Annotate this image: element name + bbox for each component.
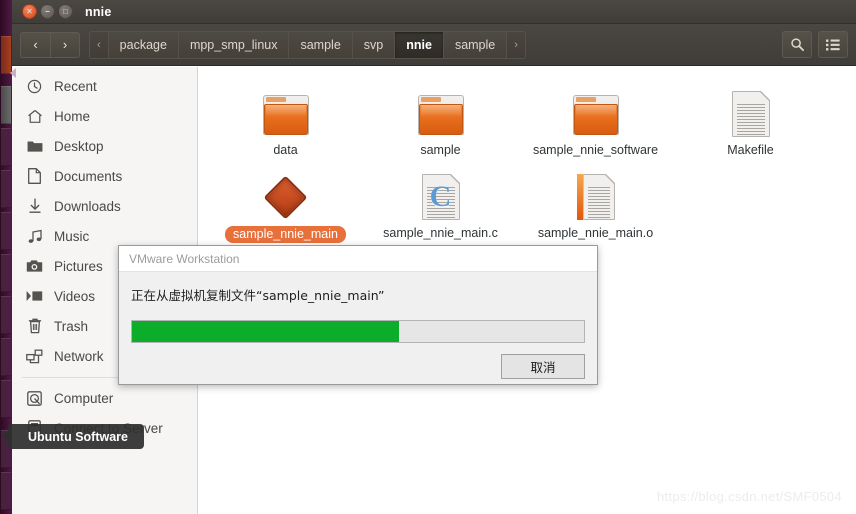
executable-icon xyxy=(263,164,309,220)
folder-icon xyxy=(262,81,309,137)
forward-button[interactable]: › xyxy=(50,31,80,58)
search-icon[interactable] xyxy=(782,31,812,58)
launcher-tile-app-8[interactable] xyxy=(1,472,11,510)
breadcrumb-item-package[interactable]: package xyxy=(108,31,179,58)
window-title: nnie xyxy=(85,4,112,19)
document-icon xyxy=(731,81,771,137)
window-controls: ✕ − □ xyxy=(12,4,73,19)
download-icon xyxy=(26,198,43,215)
file-label: sample_nnie_main.o xyxy=(537,226,654,240)
breadcrumb-prev-button[interactable]: ‹ xyxy=(90,31,109,58)
maximize-glyph: □ xyxy=(63,6,68,16)
file-label: Makefile xyxy=(727,143,774,157)
sidebar-item-documents[interactable]: Documents xyxy=(12,161,197,191)
breadcrumb-item-sample[interactable]: sample xyxy=(289,31,353,58)
video-icon xyxy=(26,288,43,305)
file-label: sample_nnie_software xyxy=(532,143,659,157)
breadcrumb-item-nnie[interactable]: nnie xyxy=(395,31,444,58)
file-label: data xyxy=(273,143,298,157)
launcher-tile-app-3[interactable] xyxy=(1,212,11,250)
breadcrumb-next-button[interactable]: › xyxy=(507,31,525,58)
back-button[interactable]: ‹ xyxy=(20,31,50,58)
toolbar-actions xyxy=(782,31,848,58)
launcher-tile-app-6[interactable] xyxy=(1,338,11,376)
launcher-tile-app-5[interactable] xyxy=(1,296,11,334)
screen: ✕ − □ nnie ‹ › ‹ package mpp_smp_linux s… xyxy=(0,0,856,514)
document-icon xyxy=(26,168,43,185)
file-item[interactable]: Makefile xyxy=(673,75,828,158)
dialog-actions: 取消 xyxy=(119,343,597,379)
music-note-icon xyxy=(26,228,43,245)
launcher-tile-app-2[interactable] xyxy=(1,170,11,208)
vmware-progress-dialog: VMware Workstation 正在从虚拟机复制文件“sample_nni… xyxy=(118,245,598,385)
sidebar-item-label: Computer xyxy=(54,390,114,406)
folder-icon xyxy=(26,138,43,155)
sidebar-item-label: Documents xyxy=(54,168,123,184)
camera-icon xyxy=(26,258,43,275)
folder-icon xyxy=(417,81,464,137)
close-glyph: ✕ xyxy=(26,6,33,16)
computer-disk-icon xyxy=(26,390,43,407)
breadcrumb-item-sample-2[interactable]: sample xyxy=(443,31,508,58)
folder-icon xyxy=(572,81,619,137)
trash-icon xyxy=(26,318,43,335)
file-item[interactable]: sample xyxy=(363,75,518,158)
sidebar-item-label: Music xyxy=(54,228,90,244)
sidebar-item-label: Videos xyxy=(54,288,96,304)
launcher-tile-files[interactable] xyxy=(1,86,11,124)
dialog-message: 正在从虚拟机复制文件“sample_nnie_main” xyxy=(131,288,385,303)
sidebar-item-recent[interactable]: Recent xyxy=(12,71,197,101)
icon-grid: data sample sample_nnie_software Makefil… xyxy=(198,67,856,243)
launcher-tile-app-1[interactable] xyxy=(1,128,11,166)
object-file-icon xyxy=(576,164,616,220)
breadcrumb-item-mpp-smp-linux[interactable]: mpp_smp_linux xyxy=(178,31,290,58)
file-item[interactable]: sample_nnie_software xyxy=(518,75,673,158)
progress-bar-fill xyxy=(132,321,399,342)
launcher-tile-app-4[interactable] xyxy=(1,254,11,292)
network-icon xyxy=(26,348,43,365)
launcher-tooltip: Ubuntu Software xyxy=(1,424,144,449)
file-item[interactable]: C sample_nnie_main.c xyxy=(363,158,518,243)
file-item-selected[interactable]: sample_nnie_main xyxy=(208,158,363,243)
file-item[interactable]: sample_nnie_main.o xyxy=(518,158,673,243)
file-label: sample_nnie_main xyxy=(225,226,346,243)
c-source-file-icon: C xyxy=(421,164,461,220)
clock-icon xyxy=(26,78,43,95)
window-titlebar: ✕ − □ nnie xyxy=(12,0,856,24)
launcher-focus-arrow xyxy=(10,68,16,78)
navigation-buttons: ‹ › xyxy=(20,31,80,58)
close-icon[interactable]: ✕ xyxy=(22,4,37,19)
sidebar-item-label: Desktop xyxy=(54,138,104,154)
sidebar-item-label: Home xyxy=(54,108,91,124)
sidebar-item-desktop[interactable]: Desktop xyxy=(12,131,197,161)
sidebar-item-label: Network xyxy=(54,348,104,364)
watermark: https://blog.csdn.net/SMF0504 xyxy=(656,489,842,504)
sidebar-item-label: Pictures xyxy=(54,258,103,274)
minimize-icon[interactable]: − xyxy=(40,4,55,19)
cancel-button[interactable]: 取消 xyxy=(501,354,585,379)
toolbar: ‹ › ‹ package mpp_smp_linux sample svp n… xyxy=(12,24,856,66)
sidebar-item-downloads[interactable]: Downloads xyxy=(12,191,197,221)
sidebar-item-label: Recent xyxy=(54,78,97,94)
file-item[interactable]: data xyxy=(208,75,363,158)
sidebar-item-home[interactable]: Home xyxy=(12,101,197,131)
minimize-glyph: − xyxy=(45,6,50,16)
sidebar-item-label: Downloads xyxy=(54,198,121,214)
file-label: sample xyxy=(420,143,461,157)
launcher-tile-ubuntu-software[interactable] xyxy=(1,380,11,418)
list-view-icon[interactable] xyxy=(818,31,848,58)
dialog-title: VMware Workstation xyxy=(119,246,597,272)
breadcrumb: ‹ package mpp_smp_linux sample svp nnie … xyxy=(89,30,526,59)
sidebar-item-computer[interactable]: Computer xyxy=(12,383,197,413)
progress-bar xyxy=(131,320,585,343)
breadcrumb-item-svp[interactable]: svp xyxy=(352,31,396,58)
file-label: sample_nnie_main.c xyxy=(383,226,498,240)
tooltip-label: Ubuntu Software xyxy=(28,429,128,444)
home-icon xyxy=(26,108,43,125)
maximize-icon[interactable]: □ xyxy=(58,4,73,19)
sidebar-item-label: Trash xyxy=(54,318,89,334)
